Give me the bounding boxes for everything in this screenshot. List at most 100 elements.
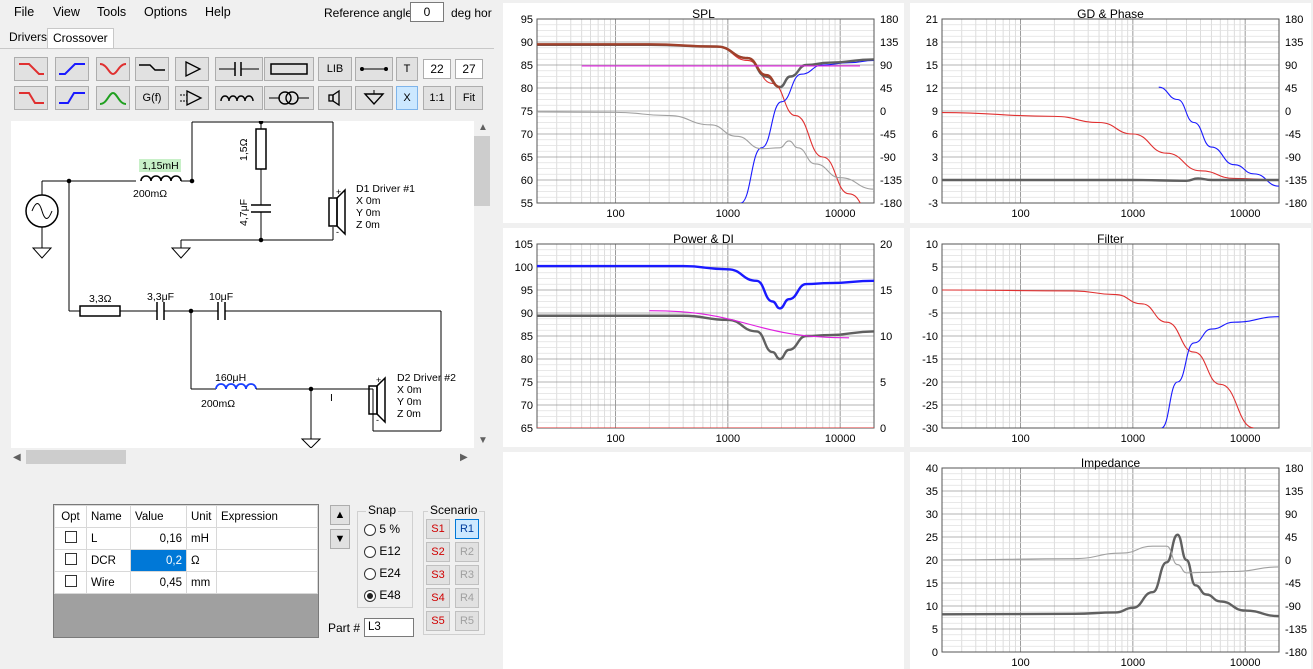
- x-tick-label: 1000: [1121, 657, 1145, 669]
- notch-icon: [99, 63, 127, 76]
- scenario-r1-button[interactable]: R1: [455, 519, 479, 539]
- cross-button[interactable]: X: [396, 86, 418, 110]
- l1-dcr-label: 200mΩ: [133, 188, 167, 200]
- reference-angle-input[interactable]: 0: [410, 2, 444, 22]
- x-tick-label: 100: [1011, 433, 1029, 445]
- scenario-r5-button[interactable]: R5: [455, 611, 479, 631]
- scroll-left-icon[interactable]: ◀: [13, 452, 21, 463]
- d2-x-label: X 0m: [397, 384, 422, 396]
- x-tick-label: 10000: [825, 208, 856, 220]
- move-down-button[interactable]: ▼: [330, 529, 350, 549]
- y2-tick-label: -135: [880, 175, 902, 187]
- scroll-down-icon[interactable]: ▼: [478, 435, 488, 446]
- menu-view[interactable]: View: [53, 5, 80, 19]
- series-line-gray: [942, 545, 1279, 574]
- table-row[interactable]: DCR 0,2 Ω: [54, 549, 318, 572]
- impedance-chart[interactable]: 40 35 30 25 20 15 10 5 0 180 135 90 45 0 -45 -90 -135 -18…: [910, 452, 1311, 669]
- y-tick-label: 80: [521, 354, 533, 366]
- menu-file[interactable]: File: [14, 5, 34, 19]
- y2-tick-label: 90: [1285, 60, 1297, 72]
- highpass-2nd-button[interactable]: [55, 86, 89, 110]
- scenario-s5-button[interactable]: S5: [426, 611, 450, 631]
- wire-button[interactable]: [355, 57, 393, 81]
- transformer-button[interactable]: [264, 86, 314, 110]
- opt-checkbox[interactable]: [64, 575, 77, 587]
- y-tick-label: -3: [928, 198, 938, 210]
- row-value[interactable]: 0,2: [130, 549, 187, 572]
- schematic-horizontal-scroll-thumb[interactable]: [26, 450, 126, 464]
- transfer-function-button[interactable]: G(f): [135, 86, 169, 110]
- scenario-s1-button[interactable]: S1: [426, 519, 450, 539]
- bandpass-button[interactable]: [96, 86, 130, 110]
- y2-tick-label: 135: [1285, 486, 1303, 498]
- y-tick-label: 30: [926, 509, 938, 521]
- move-up-button[interactable]: ▲: [330, 505, 350, 525]
- c2-value-label: 3,3μF: [147, 291, 174, 303]
- svg-text:-: -: [336, 227, 339, 237]
- y-tick-label: 15: [926, 60, 938, 72]
- amplifier-button[interactable]: [175, 57, 209, 81]
- grid-x-input[interactable]: 22: [423, 59, 451, 79]
- d1-name-label: D1 Driver #1: [356, 183, 415, 195]
- row-value[interactable]: 0,16: [130, 527, 187, 550]
- snap-option[interactable]: E12: [364, 544, 401, 558]
- scenario-s2-button[interactable]: S2: [426, 542, 450, 562]
- snap-option[interactable]: 5 %: [364, 522, 400, 536]
- driver-button[interactable]: [318, 86, 352, 110]
- snap-option[interactable]: E48: [364, 588, 401, 602]
- schematic-canvas[interactable]: 1,15mH 200mΩ 1,5Ω 4,7μF + - D1 Driver #1…: [11, 121, 474, 448]
- y2-tick-label: 90: [880, 60, 892, 72]
- scroll-up-icon[interactable]: ▲: [478, 122, 488, 133]
- capacitor-button[interactable]: [215, 57, 263, 81]
- ground-button[interactable]: [355, 86, 393, 110]
- scroll-right-icon[interactable]: ▶: [460, 452, 468, 463]
- opt-checkbox[interactable]: [64, 531, 77, 543]
- scenario-s3-button[interactable]: S3: [426, 565, 450, 585]
- scenario-r2-button[interactable]: R2: [455, 542, 479, 562]
- zoom-fit-button[interactable]: Fit: [455, 86, 483, 110]
- shelf-button[interactable]: [135, 57, 169, 81]
- filter-chart[interactable]: 10 5 0 -5 -10 -15 -20 -25 -30 100 1000 10000: [910, 228, 1311, 447]
- tab-crossover[interactable]: Crossover: [47, 28, 114, 49]
- row-expression[interactable]: [216, 571, 318, 594]
- scenario-r3-button[interactable]: R3: [455, 565, 479, 585]
- opamp-button[interactable]: [175, 86, 209, 110]
- y-tick-label: -20: [922, 377, 938, 389]
- y2-tick-label: -135: [1285, 175, 1307, 187]
- table-row[interactable]: L 0,16 mH: [54, 527, 318, 550]
- text-button[interactable]: T: [396, 57, 418, 81]
- resistor-button[interactable]: [264, 57, 314, 81]
- row-value[interactable]: 0,45: [130, 571, 187, 594]
- power-di-chart[interactable]: 1051009590858075706520151050100 1000 10000: [503, 228, 904, 447]
- lib-button[interactable]: LIB: [318, 57, 352, 81]
- part-number-input[interactable]: L3: [364, 618, 414, 637]
- highpass-blue-button[interactable]: [55, 57, 89, 81]
- menu-help[interactable]: Help: [205, 5, 231, 19]
- lowpass-red-button[interactable]: [14, 57, 48, 81]
- lowpass-2nd-button[interactable]: [14, 86, 48, 110]
- opt-checkbox[interactable]: [64, 553, 77, 565]
- y-tick-label: 100: [515, 262, 533, 274]
- d1-z-label: Z 0m: [356, 219, 380, 231]
- spl-chart[interactable]: 95 90 85 80 75 70 65 60 55 180 135 90 45 0 -45 -90 -135 -…: [503, 3, 904, 223]
- tab-drivers[interactable]: Drivers: [4, 28, 52, 48]
- row-expression[interactable]: [216, 549, 318, 572]
- menu-tools[interactable]: Tools: [97, 5, 126, 19]
- bandstop-button[interactable]: [96, 57, 130, 81]
- y2-tick-label: 45: [1285, 532, 1297, 544]
- menu-options[interactable]: Options: [144, 5, 187, 19]
- schematic-vertical-scroll-thumb[interactable]: [474, 136, 490, 206]
- row-expression[interactable]: [216, 527, 318, 550]
- y2-tick-label: 5: [880, 377, 886, 389]
- inductor-button[interactable]: [215, 86, 263, 110]
- grid-y-input[interactable]: 27: [455, 59, 483, 79]
- gd-phase-chart-panel: GD & Phase 21 18 15 12 9 6 3 0 -3 180 135 90 45 0 -45-…: [910, 3, 1311, 223]
- gd-phase-chart[interactable]: 21 18 15 12 9 6 3 0 -3 180 135 90 45 0 -45 -90 -135 -180 1…: [910, 3, 1311, 223]
- x-tick-label: 100: [606, 208, 624, 220]
- snap-option[interactable]: E24: [364, 566, 401, 580]
- capacitor-icon: [219, 62, 259, 76]
- scenario-s4-button[interactable]: S4: [426, 588, 450, 608]
- zoom-1-1-button[interactable]: 1:1: [423, 86, 451, 110]
- table-row[interactable]: Wire 0,45 mm: [54, 571, 318, 594]
- scenario-r4-button[interactable]: R4: [455, 588, 479, 608]
